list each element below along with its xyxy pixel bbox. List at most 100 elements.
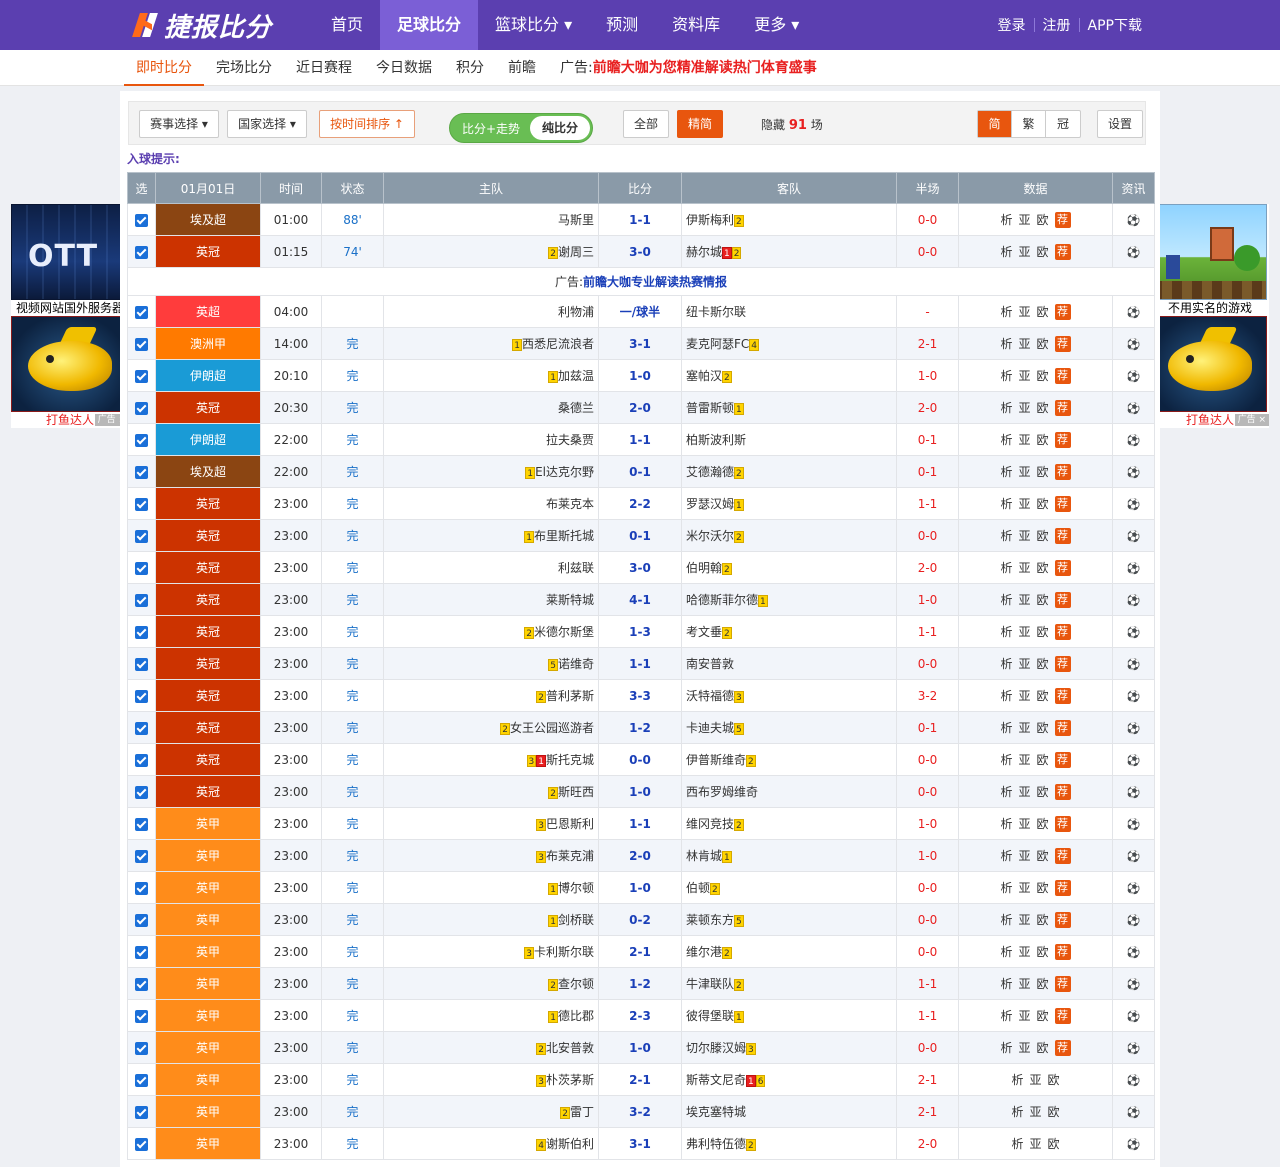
recommend-badge[interactable]: 荐 (1054, 212, 1071, 229)
home-team-name[interactable]: 布莱克浦 (546, 849, 594, 863)
home-team-cell[interactable]: 1 布里斯托城 (383, 519, 599, 552)
euro-odds-link[interactable]: 欧 (1037, 497, 1049, 511)
score[interactable]: 3-0 (598, 235, 682, 268)
match-row[interactable]: 英冠 23:00 完 3 1 斯托克城 0-0 伊普斯维奇 2 0-0 析亚欧荐 ⚽ (127, 743, 1155, 776)
recommend-badge[interactable]: 荐 (1054, 688, 1071, 705)
score[interactable]: 3-0 (598, 551, 682, 584)
home-team-cell[interactable]: 2 女王公园巡游者 (383, 711, 599, 744)
nav-item[interactable]: 更多 ▾ (737, 0, 816, 50)
match-row[interactable]: 英甲 23:00 完 4 谢斯伯利 3-1 弗利特伍德 2 2-0 析亚欧 ⚽ (127, 1127, 1155, 1160)
match-row[interactable]: 英冠 23:00 完 2 女王公园巡游者 1-2 卡迪夫城 5 0-1 析亚欧荐 ⚽ (127, 711, 1155, 744)
league-badge[interactable]: 埃及超 (155, 455, 261, 488)
select-checkbox[interactable] (135, 753, 148, 767)
league-badge[interactable]: 英冠 (155, 583, 261, 616)
euro-odds-link[interactable]: 欧 (1048, 1073, 1060, 1087)
login-link[interactable]: 登录 (990, 15, 1034, 35)
score[interactable]: 2-0 (598, 391, 682, 424)
select-checkbox[interactable] (135, 625, 148, 639)
football-icon[interactable]: ⚽ (1127, 690, 1141, 703)
away-team-cell[interactable]: 西布罗姆维奇 (681, 775, 897, 808)
site-logo[interactable]: 捷报比分 (132, 7, 272, 43)
home-team-name[interactable]: 雷丁 (570, 1105, 594, 1119)
away-team-cell[interactable]: 斯蒂文尼奇 1 6 (681, 1063, 897, 1096)
analysis-link[interactable]: 析 (1000, 657, 1012, 671)
select-checkbox[interactable] (135, 245, 148, 259)
settings-button[interactable]: 设置 (1097, 110, 1143, 138)
home-team-cell[interactable]: 拉夫桑贾 (383, 423, 599, 456)
home-team-name[interactable]: 剑桥联 (558, 913, 594, 927)
asian-odds-link[interactable]: 亚 (1018, 849, 1030, 863)
recommend-badge[interactable]: 荐 (1054, 432, 1071, 449)
euro-odds-link[interactable]: 欧 (1037, 529, 1049, 543)
away-team-name[interactable]: 林肯城 (686, 849, 722, 863)
home-team-cell[interactable]: 4 谢斯伯利 (383, 1127, 599, 1160)
match-row[interactable]: 英冠 23:00 完布莱克本 2-2 罗瑟汉姆 1 1-1 析亚欧荐 ⚽ (127, 487, 1155, 520)
euro-odds-link[interactable]: 欧 (1037, 305, 1049, 319)
euro-odds-link[interactable]: 欧 (1037, 913, 1049, 927)
home-team-name[interactable]: 诺维奇 (558, 657, 594, 671)
score[interactable]: 1-2 (598, 711, 682, 744)
score[interactable]: 1-2 (598, 967, 682, 1000)
match-row[interactable]: 英超 04:00 利物浦 一/球半 纽卡斯尔联 - 析亚欧荐 ⚽ (127, 295, 1155, 328)
asian-odds-link[interactable]: 亚 (1029, 1105, 1041, 1119)
nav-item[interactable]: 足球比分 (380, 0, 479, 50)
league-badge[interactable]: 英冠 (155, 487, 261, 520)
select-checkbox[interactable] (135, 369, 148, 383)
recommend-badge[interactable]: 荐 (1054, 1040, 1071, 1057)
analysis-link[interactable]: 析 (1011, 1073, 1023, 1087)
sub-nav-ad[interactable]: 广告:前瞻大咖为您精准解读热门体育盛事 (548, 50, 817, 86)
away-team-name[interactable]: 切尔滕汉姆 (686, 1041, 746, 1055)
score[interactable]: 1-0 (598, 871, 682, 904)
league-badge[interactable]: 英冠 (155, 743, 261, 776)
asian-odds-link[interactable]: 亚 (1029, 1137, 1041, 1151)
away-team-name[interactable]: 沃特福德 (686, 689, 734, 703)
select-checkbox[interactable] (135, 1137, 148, 1151)
league-badge[interactable]: 伊朗超 (155, 423, 261, 456)
league-badge[interactable]: 英甲 (155, 1095, 261, 1128)
league-badge[interactable]: 英甲 (155, 839, 261, 872)
sort-by-time-button[interactable]: 按时间排序 ↑ (319, 110, 415, 138)
football-icon[interactable]: ⚽ (1127, 370, 1141, 383)
home-team-name[interactable]: 莱斯特城 (546, 593, 594, 607)
away-team-name[interactable]: 米尔沃尔 (686, 529, 734, 543)
match-row[interactable]: 英甲 23:00 完 2 北安普敦 1-0 切尔滕汉姆 3 0-0 析亚欧荐 ⚽ (127, 1031, 1155, 1064)
home-team-name[interactable]: 巴恩斯利 (546, 817, 594, 831)
home-team-cell[interactable]: 1 博尔顿 (383, 871, 599, 904)
score[interactable]: 1-0 (598, 775, 682, 808)
home-team-name[interactable]: 谢周三 (558, 245, 594, 259)
home-team-name[interactable]: 桑德兰 (558, 401, 594, 415)
euro-odds-link[interactable]: 欧 (1037, 337, 1049, 351)
match-row[interactable]: 英甲 23:00 完 2 雷丁 3-2 埃克塞特城 2-1 析亚欧 ⚽ (127, 1095, 1155, 1128)
ott-ad-image[interactable]: OTT (11, 204, 127, 300)
euro-odds-link[interactable]: 欧 (1037, 849, 1049, 863)
league-badge[interactable]: 英冠 (155, 551, 261, 584)
euro-odds-link[interactable]: 欧 (1037, 753, 1049, 767)
score[interactable]: 0-1 (598, 455, 682, 488)
euro-odds-link[interactable]: 欧 (1037, 817, 1049, 831)
home-team-name[interactable]: 西悉尼流浪者 (522, 337, 594, 351)
select-checkbox[interactable] (135, 561, 148, 575)
home-team-name[interactable]: 布里斯托城 (534, 529, 594, 543)
analysis-link[interactable]: 析 (1000, 753, 1012, 767)
home-team-cell[interactable]: 3 布莱克浦 (383, 839, 599, 872)
away-team-cell[interactable]: 普雷斯顿 1 (681, 391, 897, 424)
away-team-cell[interactable]: 切尔滕汉姆 3 (681, 1031, 897, 1064)
select-checkbox[interactable] (135, 1041, 148, 1055)
score[interactable]: 4-1 (598, 583, 682, 616)
football-icon[interactable]: ⚽ (1127, 1074, 1141, 1087)
home-team-cell[interactable]: 布莱克本 (383, 487, 599, 520)
home-team-cell[interactable]: 2 查尔顿 (383, 967, 599, 1000)
asian-odds-link[interactable]: 亚 (1018, 1041, 1030, 1055)
select-checkbox[interactable] (135, 785, 148, 799)
match-row[interactable]: 英冠 01:15 74' 2 谢周三 3-0 赫尔城 1 2 0-0 析亚欧荐 ⚽ (127, 235, 1155, 268)
league-badge[interactable]: 澳洲甲 (155, 327, 261, 360)
filter-featured-button[interactable]: 精简 (677, 110, 723, 138)
table-ad-cell[interactable]: 广告:前瞻大咖专业解读热赛情报 (127, 267, 1155, 296)
match-row[interactable]: 澳洲甲 14:00 完 1 西悉尼流浪者 3-1 麦克阿瑟FC 4 2-1 析亚欧荐 ⚽ (127, 327, 1155, 360)
match-row[interactable]: 英甲 23:00 完 3 巴恩斯利 1-1 维冈竞技 2 1-0 析亚欧荐 ⚽ (127, 807, 1155, 840)
euro-odds-link[interactable]: 欧 (1037, 433, 1049, 447)
match-row[interactable]: 英甲 23:00 完 3 布莱克浦 2-0 林肯城 1 1-0 析亚欧荐 ⚽ (127, 839, 1155, 872)
away-team-cell[interactable]: 彼得堡联 1 (681, 999, 897, 1032)
score[interactable]: 0-0 (598, 743, 682, 776)
recommend-badge[interactable]: 荐 (1054, 496, 1071, 513)
